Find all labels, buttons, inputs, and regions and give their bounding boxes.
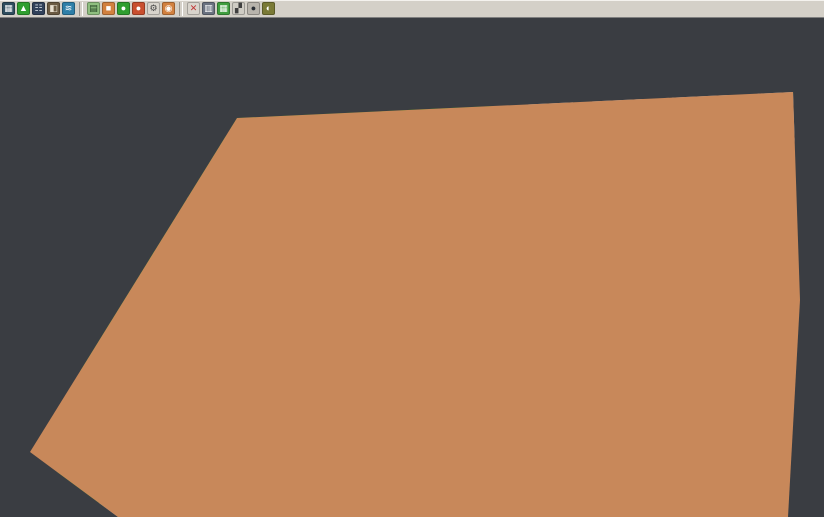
grid-icon[interactable]: ▦: [217, 2, 230, 15]
settings-icon[interactable]: ⚙: [147, 2, 160, 15]
building-class-icon[interactable]: ●: [132, 2, 145, 15]
ground-class-icon[interactable]: ■: [102, 2, 115, 15]
pointcloud-icon[interactable]: ☷: [32, 2, 45, 15]
terrain-icon[interactable]: ◧: [47, 2, 60, 15]
measure-icon[interactable]: ◉: [162, 2, 175, 15]
3d-viewport[interactable]: [0, 18, 824, 517]
pointcloud-scene: [0, 18, 824, 517]
application-window: ▦▲☷◧≋▤■●●⚙◉✕▥▦▞●◐: [0, 0, 824, 517]
toolbar-separator: [179, 2, 183, 16]
stats-icon[interactable]: ◐: [262, 2, 275, 15]
tree-class-icon[interactable]: ●: [117, 2, 130, 15]
open-project-icon[interactable]: ▦: [2, 2, 15, 15]
delete-icon[interactable]: ✕: [187, 2, 200, 15]
toolbar-separator: [79, 2, 83, 16]
water-icon[interactable]: ≋: [62, 2, 75, 15]
vegetation-layer-icon[interactable]: ▲: [17, 2, 30, 15]
toolbar: ▦▲☷◧≋▤■●●⚙◉✕▥▦▞●◐: [0, 0, 824, 18]
mesh-icon[interactable]: ▞: [232, 2, 245, 15]
classification-icon[interactable]: ▤: [87, 2, 100, 15]
globe-icon[interactable]: ●: [247, 2, 260, 15]
profile-icon[interactable]: ▥: [202, 2, 215, 15]
